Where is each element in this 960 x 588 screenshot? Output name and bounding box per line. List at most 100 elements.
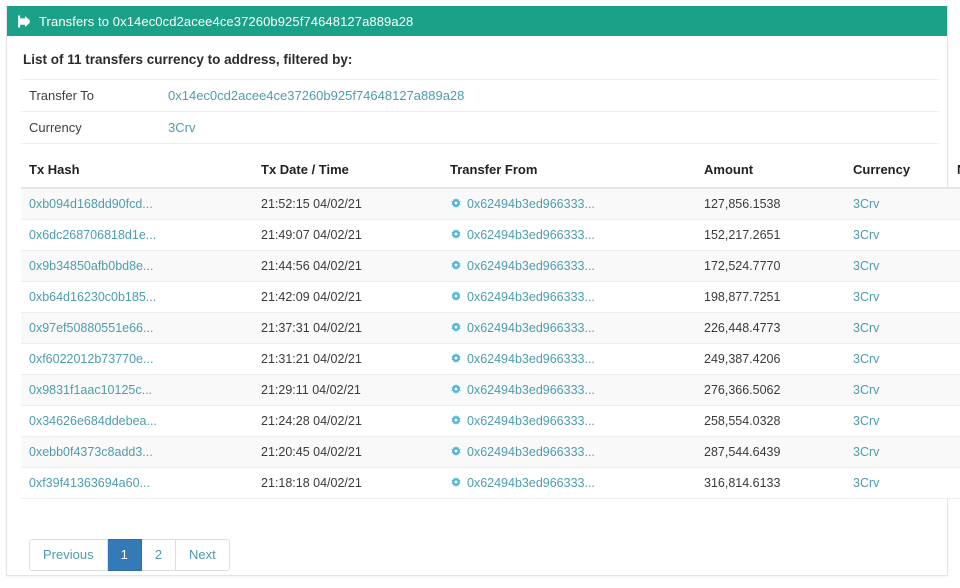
gear-icon: [450, 322, 462, 334]
filter-row-currency: Currency 3Crv: [21, 111, 939, 144]
cell-tx-hash: 0x9b34850afb0bd8e...: [21, 250, 253, 282]
cell-note: [949, 188, 960, 220]
cell-amount: 152,217.2651: [696, 219, 845, 251]
table-row: 0x97ef50880551e66... 21:37:31 04/02/21 0x6…: [21, 312, 960, 344]
column-header-transfer-from[interactable]: Transfer From: [442, 158, 696, 189]
pagination-previous[interactable]: Previous: [29, 539, 108, 571]
filter-value-transfer-to: 0x14ec0cd2acee4ce37260b925f74648127a889a…: [160, 79, 939, 112]
pagination: Previous 1 2 Next: [21, 539, 933, 571]
column-header-currency[interactable]: Currency: [845, 158, 949, 189]
currency-link[interactable]: 3Crv: [853, 414, 879, 428]
cell-currency: 3Crv: [845, 250, 949, 282]
column-header-tx-hash[interactable]: Tx Hash: [21, 158, 253, 189]
gear-icon: [450, 198, 462, 210]
cell-currency: 3Crv: [845, 436, 949, 468]
transfer-from-link[interactable]: 0x62494b3ed966333...: [467, 228, 595, 242]
panel-title: Transfers to 0x14ec0cd2acee4ce37260b925f…: [39, 13, 414, 29]
cell-note: [949, 250, 960, 282]
cell-amount: 249,387.4206: [696, 343, 845, 375]
currency-link[interactable]: 3Crv: [853, 259, 879, 273]
table-row: 0xb64d16230c0b185... 21:42:09 04/02/21 0x6…: [21, 281, 960, 313]
tx-hash-link[interactable]: 0x34626e684ddebea...: [29, 414, 157, 428]
column-header-note[interactable]: Note: [949, 158, 960, 189]
gear-icon: [450, 415, 462, 427]
cell-currency: 3Crv: [845, 312, 949, 344]
pagination-list: Previous 1 2 Next: [29, 539, 230, 571]
cell-tx-date: 21:52:15 04/02/21: [253, 188, 442, 220]
transfer-from-link[interactable]: 0x62494b3ed966333...: [467, 259, 595, 273]
currency-link[interactable]: 3Crv: [853, 476, 879, 490]
column-header-tx-date[interactable]: Tx Date / Time: [253, 158, 442, 189]
cell-note: [949, 281, 960, 313]
cell-amount: 276,366.5062: [696, 374, 845, 406]
transfer-from-link[interactable]: 0x62494b3ed966333...: [467, 476, 595, 490]
table-row: 0xebb0f4373c8add3... 21:20:45 04/02/21 0x6…: [21, 436, 960, 468]
pagination-page-1[interactable]: 1: [107, 539, 142, 571]
cell-tx-hash: 0xf39f41363694a60...: [21, 467, 253, 499]
cell-amount: 316,814.6133: [696, 467, 845, 499]
cell-amount: 287,544.6439: [696, 436, 845, 468]
currency-link[interactable]: 3Crv: [853, 290, 879, 304]
gear-icon: [450, 260, 462, 272]
cell-currency: 3Crv: [845, 405, 949, 437]
tx-hash-link[interactable]: 0x97ef50880551e66...: [29, 321, 153, 335]
gear-icon: [450, 353, 462, 365]
cell-currency: 3Crv: [845, 281, 949, 313]
cell-currency: 3Crv: [845, 374, 949, 406]
transfer-from-link[interactable]: 0x62494b3ed966333...: [467, 383, 595, 397]
cell-currency: 3Crv: [845, 219, 949, 251]
panel-header: Transfers to 0x14ec0cd2acee4ce37260b925f…: [7, 6, 947, 36]
transfer-from-link[interactable]: 0x62494b3ed966333...: [467, 414, 595, 428]
column-header-amount[interactable]: Amount: [696, 158, 845, 189]
currency-link[interactable]: 3Crv: [853, 228, 879, 242]
pagination-page-2[interactable]: 2: [141, 539, 177, 571]
tx-hash-link[interactable]: 0xf39f41363694a60...: [29, 476, 150, 490]
pagination-next[interactable]: Next: [176, 539, 230, 571]
cell-currency: 3Crv: [845, 343, 949, 375]
transfers-panel: Transfers to 0x14ec0cd2acee4ce37260b925f…: [6, 6, 960, 576]
cell-amount: 198,877.7251: [696, 281, 845, 313]
transfer-from-link[interactable]: 0x62494b3ed966333...: [467, 290, 595, 304]
cell-tx-date: 21:37:31 04/02/21: [253, 312, 442, 344]
cell-tx-hash: 0xf6022012b73770e...: [21, 343, 253, 375]
currency-link[interactable]: 3Crv: [853, 352, 879, 366]
tx-hash-link[interactable]: 0xb094d168dd90fcd...: [29, 197, 153, 211]
cell-tx-date: 21:31:21 04/02/21: [253, 343, 442, 375]
tx-hash-link[interactable]: 0xebb0f4373c8add3...: [29, 445, 153, 459]
cell-tx-hash: 0x6dc268706818d1e...: [21, 219, 253, 251]
currency-link[interactable]: 3Crv: [853, 445, 879, 459]
cell-note: [949, 219, 960, 251]
filter-label-transfer-to: Transfer To: [21, 79, 160, 112]
filter-value-currency: 3Crv: [160, 111, 939, 144]
gear-icon: [450, 446, 462, 458]
tx-hash-link[interactable]: 0x9831f1aac10125c...: [29, 383, 152, 397]
currency-link[interactable]: 3Crv: [853, 383, 879, 397]
table-row: 0x34626e684ddebea... 21:24:28 04/02/21 0x6…: [21, 405, 960, 437]
transfer-to-address-link[interactable]: 0x14ec0cd2acee4ce37260b925f74648127a889a…: [168, 88, 464, 103]
gear-icon: [450, 384, 462, 396]
table-row: 0xb094d168dd90fcd... 21:52:15 04/02/21 0x6…: [21, 188, 960, 220]
transfer-from-link[interactable]: 0x62494b3ed966333...: [467, 321, 595, 335]
tx-hash-link[interactable]: 0xb64d16230c0b185...: [29, 290, 156, 304]
tx-hash-link[interactable]: 0x9b34850afb0bd8e...: [29, 259, 153, 273]
cell-tx-date: 21:18:18 04/02/21: [253, 467, 442, 499]
transfer-from-link[interactable]: 0x62494b3ed966333...: [467, 445, 595, 459]
currency-link[interactable]: 3Crv: [853, 197, 879, 211]
tx-hash-link[interactable]: 0xf6022012b73770e...: [29, 352, 153, 366]
pagination-previous-item: Previous: [29, 539, 108, 571]
cell-tx-date: 21:44:56 04/02/21: [253, 250, 442, 282]
transfer-from-link[interactable]: 0x62494b3ed966333...: [467, 197, 595, 211]
cell-amount: 226,448.4773: [696, 312, 845, 344]
currency-filter-link[interactable]: 3Crv: [168, 120, 195, 135]
cell-tx-date: 21:20:45 04/02/21: [253, 436, 442, 468]
transfer-from-link[interactable]: 0x62494b3ed966333...: [467, 352, 595, 366]
gear-icon: [450, 477, 462, 489]
pagination-page-1-item: 1: [107, 539, 142, 571]
currency-link[interactable]: 3Crv: [853, 321, 879, 335]
cell-transfer-from: 0x62494b3ed966333...: [442, 343, 696, 375]
cell-note: [949, 312, 960, 344]
cell-currency: 3Crv: [845, 188, 949, 220]
tx-hash-link[interactable]: 0x6dc268706818d1e...: [29, 228, 156, 242]
cell-transfer-from: 0x62494b3ed966333...: [442, 405, 696, 437]
cell-tx-hash: 0xb094d168dd90fcd...: [21, 188, 253, 220]
